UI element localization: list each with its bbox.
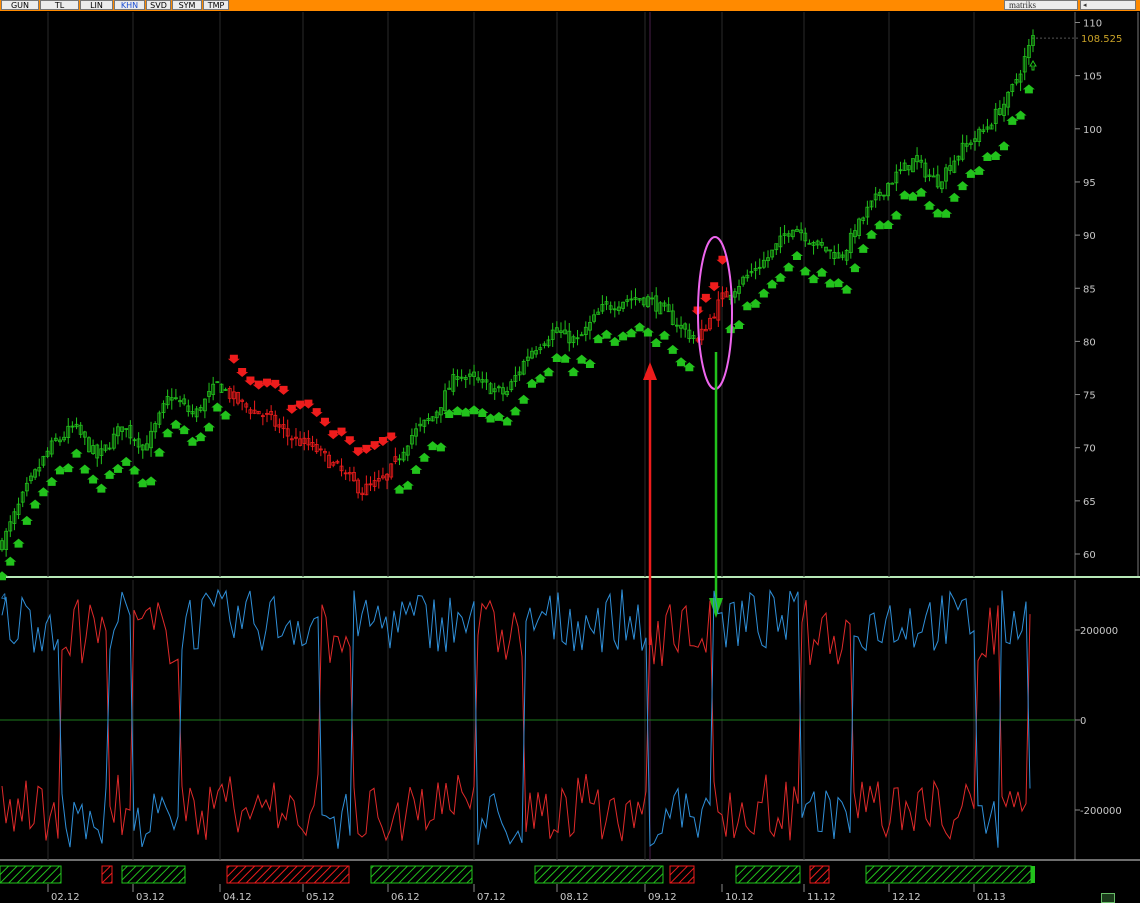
price-tick-label: 110 xyxy=(1083,19,1102,30)
regime-block-red xyxy=(226,865,350,884)
last-price-label: 108.525 xyxy=(1081,34,1122,45)
x-tick-label: 06.12 xyxy=(391,892,420,903)
price-tick-label: 90 xyxy=(1083,231,1096,242)
price-pane xyxy=(0,12,1140,577)
regime-block-green xyxy=(865,865,1032,884)
regime-block-green xyxy=(121,865,186,884)
price-tick-label: 70 xyxy=(1083,444,1096,455)
regime-block-red xyxy=(669,865,695,884)
price-tick-label: 75 xyxy=(1083,391,1096,402)
regime-block-red xyxy=(101,865,113,884)
price-tick-label: 95 xyxy=(1083,178,1096,189)
x-tick-label: 09.12 xyxy=(648,892,677,903)
x-tick-label: 02.12 xyxy=(51,892,80,903)
chart-canvas[interactable]: 110 105 100 95 90 85 80 75 70 65 60 108.525 200000 0 -… xyxy=(0,0,1140,903)
price-tick-label: 105 xyxy=(1083,72,1102,83)
regime-current-marker xyxy=(1031,866,1035,883)
osc-tick-label: 0 xyxy=(1080,716,1086,727)
x-tick-label: 12.12 xyxy=(892,892,921,903)
osc-tick-label: -200000 xyxy=(1080,806,1122,817)
x-tick-label: 10.12 xyxy=(725,892,754,903)
blue-osc-line xyxy=(1,588,1031,849)
osc-tick-label: 200000 xyxy=(1080,626,1118,637)
price-tick-label: 60 xyxy=(1083,550,1096,561)
regime-block-green xyxy=(534,865,664,884)
x-tick-label: 03.12 xyxy=(136,892,165,903)
price-tick-label: 100 xyxy=(1083,125,1102,136)
price-tick-label: 85 xyxy=(1083,284,1096,295)
x-tick-label: 05.12 xyxy=(306,892,335,903)
price-tick-label: 65 xyxy=(1083,497,1096,508)
regime-block-green xyxy=(735,865,801,884)
x-tick-label: 11.12 xyxy=(807,892,836,903)
x-tick-label: 08.12 xyxy=(560,892,589,903)
regime-block-red xyxy=(809,865,830,884)
regime-block-green xyxy=(370,865,473,884)
price-tick-label: 80 xyxy=(1083,337,1096,348)
x-tick-label: 01.13 xyxy=(977,892,1006,903)
x-tick-label: 04.12 xyxy=(223,892,252,903)
scroll-icon[interactable] xyxy=(1101,893,1115,903)
regime-block-green xyxy=(0,865,62,884)
x-tick-label: 07.12 xyxy=(477,892,506,903)
